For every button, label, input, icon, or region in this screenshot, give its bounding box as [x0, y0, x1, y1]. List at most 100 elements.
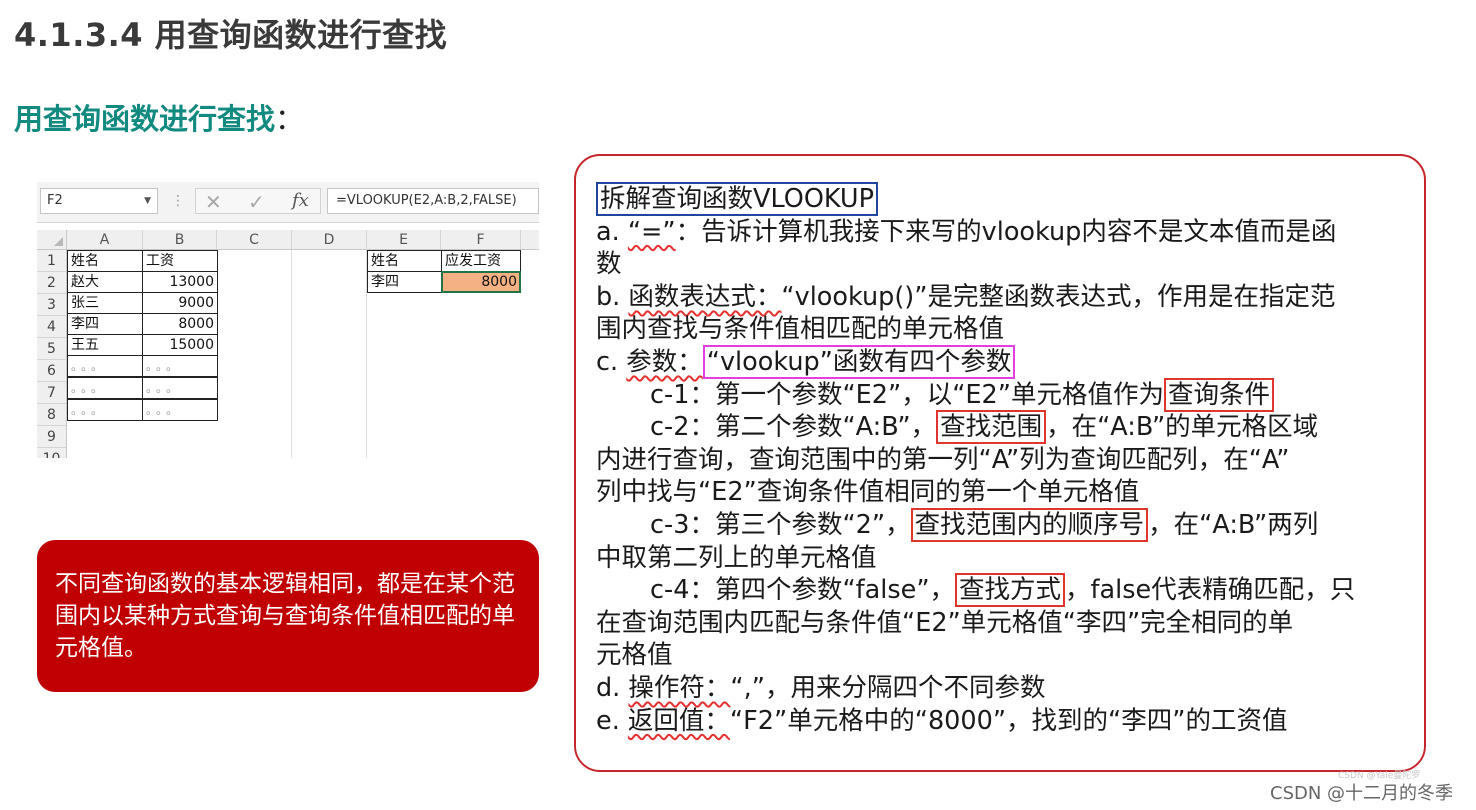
line-a-cont: 数 — [596, 249, 622, 280]
line-b-text: “vlookup()”是完整函数表达式，作用是在指定范 — [781, 281, 1336, 312]
formula-input[interactable]: =VLOOKUP(E2,A:B,2,FALSE) — [327, 188, 539, 214]
operator-label: 操作符： — [628, 672, 731, 703]
line-a-text: ：告诉计算机我接下来写的vlookup内容不是文本值而是函 — [675, 216, 1337, 247]
table-cell[interactable]: 9000 — [142, 292, 218, 314]
row-header[interactable]: 2 — [37, 272, 67, 294]
section-heading: 4.1.3.4 用查询函数进行查找 — [14, 16, 448, 54]
line-c3-cont: 中取第二列上的单元格值 — [596, 542, 877, 573]
column-header-a[interactable]: A — [67, 230, 143, 250]
panel-title-line: 拆解查询函数VLOOKUP — [596, 182, 1416, 216]
parameter-count-box: “vlookup”函数有四个参数 — [702, 344, 1016, 379]
name-box-value: F2 — [47, 193, 63, 208]
line-c4-cont1: 在查询范围内匹配与条件值“E2”单元格值“李四”完全相同的单 — [596, 607, 1294, 638]
line-c1-text: c-1：第一个参数“E2”，以“E2”单元格值作为 — [650, 379, 1164, 410]
column-header-f[interactable]: F — [441, 230, 521, 250]
chevron-down-icon[interactable]: ▼ — [144, 189, 151, 213]
drag-handle-icon: ⋮ — [171, 193, 185, 209]
row-header[interactable]: 3 — [37, 294, 67, 316]
table-cell[interactable]: 。。。 — [142, 377, 218, 399]
line-c4: c-4：第四个参数“false”， 查找方式 ，false代表精确匹配，只 — [596, 573, 1416, 608]
check-icon[interactable]: ✓ — [248, 190, 265, 214]
column-header-e[interactable]: E — [367, 230, 441, 250]
table-cell[interactable]: 。。。 — [67, 355, 143, 377]
line-c4-after: ，false代表精确匹配，只 — [1065, 575, 1356, 606]
name-box[interactable]: F2 ▼ — [40, 188, 158, 214]
row-header[interactable]: 9 — [37, 426, 67, 448]
lookup-header-salary[interactable]: 应发工资 — [441, 250, 521, 272]
line-c2: c-2：第二个参数“A:B”， 查找范围 ，在“A:B”的单元格区域 — [596, 410, 1416, 445]
table-cell[interactable]: 13000 — [142, 271, 218, 293]
column-header-d[interactable]: D — [292, 230, 367, 250]
line-d-text: “,”，用来分隔四个不同参数 — [730, 672, 1046, 703]
table-cell[interactable]: 赵大 — [67, 271, 143, 293]
line-c: c. 参数： “vlookup”函数有四个参数 — [596, 344, 1416, 379]
subheading-colon: ： — [275, 102, 305, 136]
column-d-cells[interactable] — [292, 250, 367, 458]
match-mode-box: 查找方式 — [955, 573, 1066, 608]
column-header-c[interactable]: C — [217, 230, 292, 250]
lookup-condition-box: 查询条件 — [1163, 377, 1274, 412]
line-c4-cont2: 元格值 — [596, 640, 673, 671]
formula-bar: F2 ▼ ⋮ ✕ ✓ fx =VLOOKUP(E2,A:B,2,FALSE) — [37, 182, 539, 223]
row-header[interactable]: 5 — [37, 338, 67, 360]
return-value-label: 返回值： — [627, 705, 730, 736]
x-icon[interactable]: ✕ — [205, 190, 222, 214]
lookup-header-name[interactable]: 姓名 — [367, 250, 442, 272]
lookup-range-box: 查找范围 — [936, 410, 1047, 445]
line-e-prefix: e. — [596, 705, 628, 736]
line-a: a. “=”：告诉计算机我接下来写的vlookup内容不是文本值而是函 — [596, 216, 1416, 249]
column-header-more — [521, 230, 539, 250]
line-c3: c-3：第三个参数“2”， 查找范围内的顺序号 ，在“A:B”两列 — [596, 507, 1416, 542]
panel-title: 拆解查询函数VLOOKUP — [596, 182, 878, 216]
column-c-cells[interactable] — [217, 250, 292, 458]
line-c3-after: ，在“A:B”两列 — [1148, 509, 1319, 540]
table-cell[interactable]: 。。。 — [67, 377, 143, 399]
lookup-cell-f2[interactable]: 8000 — [441, 271, 521, 293]
table-cell[interactable]: 。。。 — [142, 399, 218, 421]
lookup-cell-e2[interactable]: 李四 — [367, 271, 442, 293]
column-index-box: 查找范围内的顺序号 — [910, 507, 1149, 542]
row-header[interactable]: 1 — [37, 250, 67, 272]
select-all-corner[interactable] — [37, 230, 67, 250]
row-header[interactable]: 4 — [37, 316, 67, 338]
line-d-prefix: d. — [596, 672, 629, 703]
subheading: 用查询函数进行查找： — [14, 96, 304, 138]
fx-icon[interactable]: fx — [292, 190, 309, 211]
row-header[interactable]: 10 — [37, 448, 67, 458]
table-cell[interactable]: 15000 — [142, 334, 218, 356]
explanation-lines: 拆解查询函数VLOOKUP a. “=”：告诉计算机我接下来写的vlookup内… — [596, 182, 1416, 738]
subheading-text: 用查询函数进行查找 — [14, 102, 276, 136]
line-c-prefix: c. — [596, 346, 627, 377]
table-header-name[interactable]: 姓名 — [67, 250, 143, 272]
table-cell[interactable]: 李四 — [67, 313, 143, 335]
explanation-panel: 拆解查询函数VLOOKUP a. “=”：告诉计算机我接下来写的vlookup内… — [574, 154, 1426, 772]
table-header-salary[interactable]: 工资 — [142, 250, 218, 272]
line-c2-cont2: 列中找与“E2”查询条件值相同的第一个单元格值 — [596, 477, 1140, 508]
equals-highlight: “=” — [627, 216, 676, 247]
column-header-b[interactable]: B — [143, 230, 217, 250]
line-b-prefix: b. — [596, 281, 629, 312]
parameter-label: 参数： — [626, 346, 703, 377]
line-a-prefix: a. — [596, 216, 628, 247]
summary-note: 不同查询函数的基本逻辑相同，都是在某个范围内以某种方式查询与查询条件值相匹配的单… — [37, 540, 539, 692]
table-cell[interactable]: 。。。 — [142, 355, 218, 377]
line-e-text: “F2”单元格中的“8000”，找到的“李四”的工资值 — [729, 705, 1288, 736]
line-c2-after: ，在“A:B”的单元格区域 — [1046, 412, 1319, 443]
line-c3-text: c-3：第三个参数“2”， — [650, 509, 911, 540]
table-cell[interactable]: 王五 — [67, 334, 143, 356]
line-b-cont: 围内查找与条件值相匹配的单元格值 — [596, 314, 1005, 345]
table-cell[interactable]: 。。。 — [67, 399, 143, 421]
line-c2-cont1: 内进行查询，查询范围中的第一列“A”列为查询匹配列，在“A” — [596, 444, 1290, 475]
row-header[interactable]: 8 — [37, 404, 67, 426]
table-cell[interactable]: 8000 — [142, 313, 218, 335]
line-e: e. 返回值：“F2”单元格中的“8000”，找到的“李四”的工资值 — [596, 705, 1416, 738]
line-c2-text: c-2：第二个参数“A:B”， — [650, 412, 937, 443]
expression-label: 函数表达式： — [628, 281, 782, 312]
row-header[interactable]: 6 — [37, 360, 67, 382]
table-cell[interactable]: 张三 — [67, 292, 143, 314]
line-c1: c-1：第一个参数“E2”，以“E2”单元格值作为 查询条件 — [596, 377, 1416, 412]
row-header[interactable]: 7 — [37, 382, 67, 404]
line-b: b. 函数表达式：“vlookup()”是完整函数表达式，作用是在指定范 — [596, 281, 1416, 314]
watermark: CSDN @十二月的冬季 — [1270, 783, 1454, 804]
excel-screenshot: F2 ▼ ⋮ ✕ ✓ fx =VLOOKUP(E2,A:B,2,FALSE) A … — [37, 182, 539, 458]
